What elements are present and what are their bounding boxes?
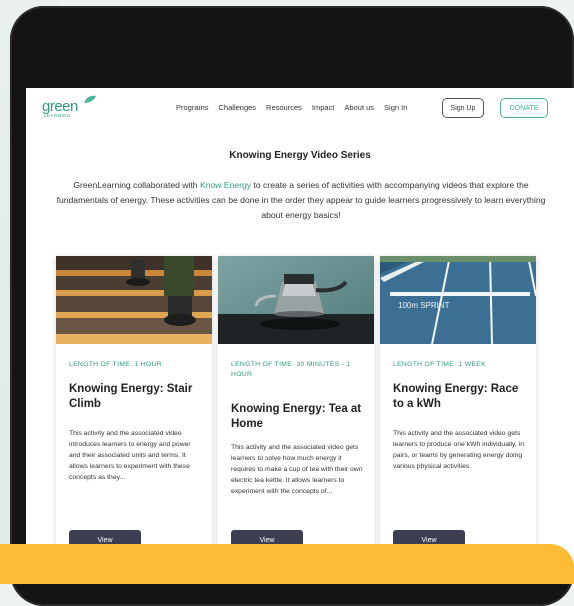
card-title[interactable]: Knowing Energy: Stair Climb xyxy=(69,382,201,412)
kettle-photo xyxy=(218,256,374,344)
know-energy-link[interactable]: Know Energy xyxy=(200,180,251,190)
card-duration: LENGTH OF TIME: 1 WEEK xyxy=(393,361,486,368)
nav-resources[interactable]: Resources xyxy=(266,103,302,112)
card-description: This activity and the associated video g… xyxy=(231,444,363,495)
nav-programs[interactable]: Programs xyxy=(176,103,209,112)
card-title[interactable]: Knowing Energy: Tea at Home xyxy=(231,402,363,432)
main-nav: Programs Challenges Resources Impact Abo… xyxy=(176,103,417,112)
nav-about-us[interactable]: About us xyxy=(344,103,374,112)
intro-paragraph: GreenLearning collaborated with Know Ene… xyxy=(56,178,546,223)
card-duration: LENGTH OF TIME: 30 MINUTES - 1 HOUR xyxy=(231,361,351,378)
activity-card[interactable]: LENGTH OF TIME: 30 MINUTES - 1 HOUR Know… xyxy=(218,256,374,572)
card-title[interactable]: Knowing Energy: Race to a kWh xyxy=(393,382,525,412)
site-header: green LEARNING Programs Challenges Resou… xyxy=(26,88,574,130)
track-label: 100m SPRINT xyxy=(398,301,450,310)
tablet-screen: green LEARNING Programs Challenges Resou… xyxy=(26,88,574,572)
card-description: This activity and the associated video i… xyxy=(69,430,191,481)
greenlearning-logo[interactable]: green LEARNING xyxy=(42,95,102,120)
intro-text-start: GreenLearning collaborated with xyxy=(73,180,200,190)
stairs-photo xyxy=(56,256,212,344)
activity-card[interactable]: 100m SPRINT LENGTH OF TIME: 1 WEEK Knowi… xyxy=(380,256,536,572)
page-title: Knowing Energy Video Series xyxy=(229,150,371,161)
nav-impact[interactable]: Impact xyxy=(312,103,335,112)
activity-card[interactable]: LENGTH OF TIME: 1 HOUR Knowing Energy: S… xyxy=(56,256,212,572)
card-description: This activity and the associated video g… xyxy=(393,430,524,470)
card-duration: LENGTH OF TIME: 1 HOUR xyxy=(69,361,162,368)
running-track-photo: 100m SPRINT xyxy=(380,256,536,344)
yellow-banner xyxy=(0,544,574,584)
nav-sign-in[interactable]: Sign In xyxy=(384,103,407,112)
donate-button[interactable]: DONATE xyxy=(500,98,548,118)
nav-challenges[interactable]: Challenges xyxy=(219,103,257,112)
logo-subtext: LEARNING xyxy=(44,113,72,118)
sign-up-button[interactable]: Sign Up xyxy=(442,98,484,118)
leaf-icon xyxy=(84,95,96,103)
